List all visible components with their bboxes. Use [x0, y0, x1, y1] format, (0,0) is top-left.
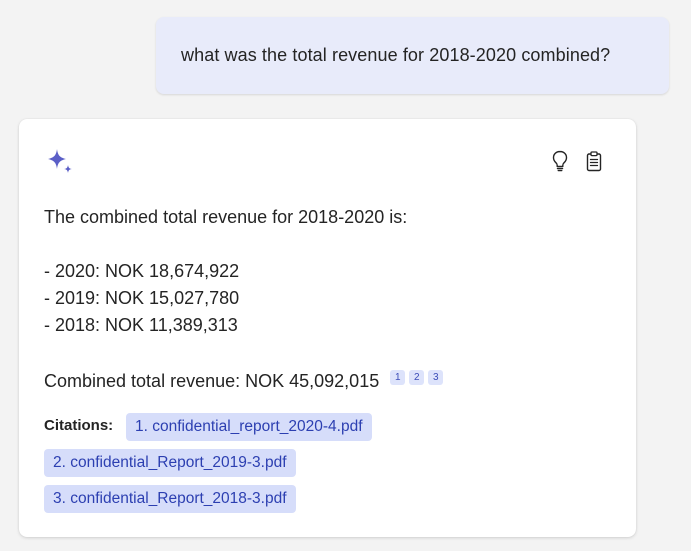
revenue-item-2018: - 2018: NOK 11,389,313	[44, 315, 238, 335]
citation-link-2019[interactable]: 2. confidential_Report_2019-3.pdf	[44, 449, 296, 477]
reference-markers: 1 2 3	[390, 370, 444, 385]
sparkle-icon	[45, 147, 77, 177]
user-message-text: what was the total revenue for 2018-2020…	[181, 45, 611, 65]
reference-marker-1[interactable]: 1	[390, 370, 406, 385]
reference-marker-2[interactable]: 2	[409, 370, 425, 385]
combined-total-line: Combined total revenue: NOK 45,092,015 1…	[44, 370, 444, 392]
response-intro: The combined total revenue for 2018-2020…	[44, 207, 408, 227]
combined-total-text: Combined total revenue: NOK 45,092,015	[44, 371, 380, 391]
response-actions	[550, 150, 604, 172]
assistant-response-card: The combined total revenue for 2018-2020…	[19, 119, 636, 537]
clipboard-icon[interactable]	[584, 150, 604, 172]
reference-marker-3[interactable]: 3	[428, 370, 444, 385]
revenue-item-2020: - 2020: NOK 18,674,922	[44, 261, 240, 281]
citation-link-2018[interactable]: 3. confidential_Report_2018-3.pdf	[44, 485, 296, 513]
citations-label: Citations:	[44, 417, 114, 434]
lightbulb-icon[interactable]	[550, 150, 570, 172]
citation-link-2020[interactable]: 1. confidential_report_2020-4.pdf	[126, 413, 372, 441]
revenue-item-2019: - 2019: NOK 15,027,780	[44, 288, 240, 308]
user-message-bubble: what was the total revenue for 2018-2020…	[156, 17, 669, 94]
chat-page: what was the total revenue for 2018-2020…	[0, 0, 691, 551]
